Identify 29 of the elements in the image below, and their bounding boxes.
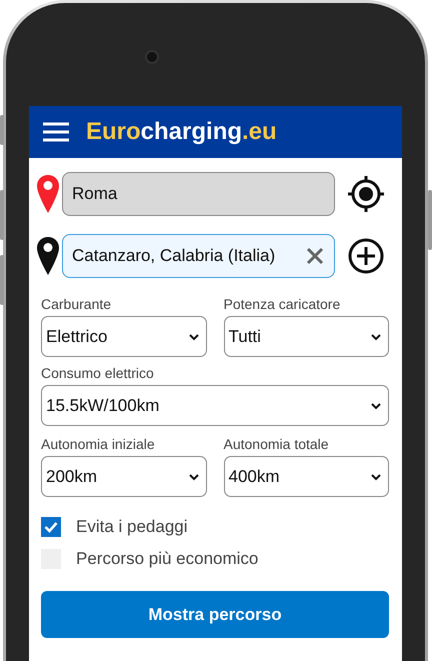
menu-icon[interactable] [42,121,70,143]
dropdown[interactable]: 15.5kW/100km [41,385,389,426]
chevron-icon [188,332,200,340]
origin-field[interactable]: Roma [62,172,335,216]
dropdown[interactable]: Tutti [224,316,389,357]
field-label: Potenza caricatore [224,296,342,312]
chevron-icon [188,472,200,480]
dropdown[interactable]: 400km [224,456,389,497]
field-label: Autonomia totale [224,436,330,452]
dropdown[interactable]: Elettrico [41,316,206,357]
show-route-button[interactable]: Mostra percorso [41,591,389,638]
clear-icon[interactable] [306,247,324,265]
checkbox-label[interactable]: Evita i pedaggi [76,517,188,537]
field-label: Autonomia iniziale [41,436,156,452]
chevron-icon [370,332,382,340]
locate-icon[interactable] [347,175,385,213]
dropdown[interactable]: 200km [41,456,206,497]
checkmark-icon [44,521,58,533]
map-pin-icon [35,236,61,276]
camera-lens [145,50,159,64]
checkbox-label[interactable]: Percorso più economico [76,549,258,569]
chevron-icon [370,402,382,410]
checkbox[interactable] [41,517,61,537]
map-pin-icon [35,174,61,214]
add-icon[interactable] [347,237,385,275]
field-label: Carburante [41,296,112,312]
destination-field[interactable]: Catanzaro, Calabria (Italia) [62,234,335,278]
chevron-icon [370,472,382,480]
field-label: Consumo elettrico [41,365,155,381]
